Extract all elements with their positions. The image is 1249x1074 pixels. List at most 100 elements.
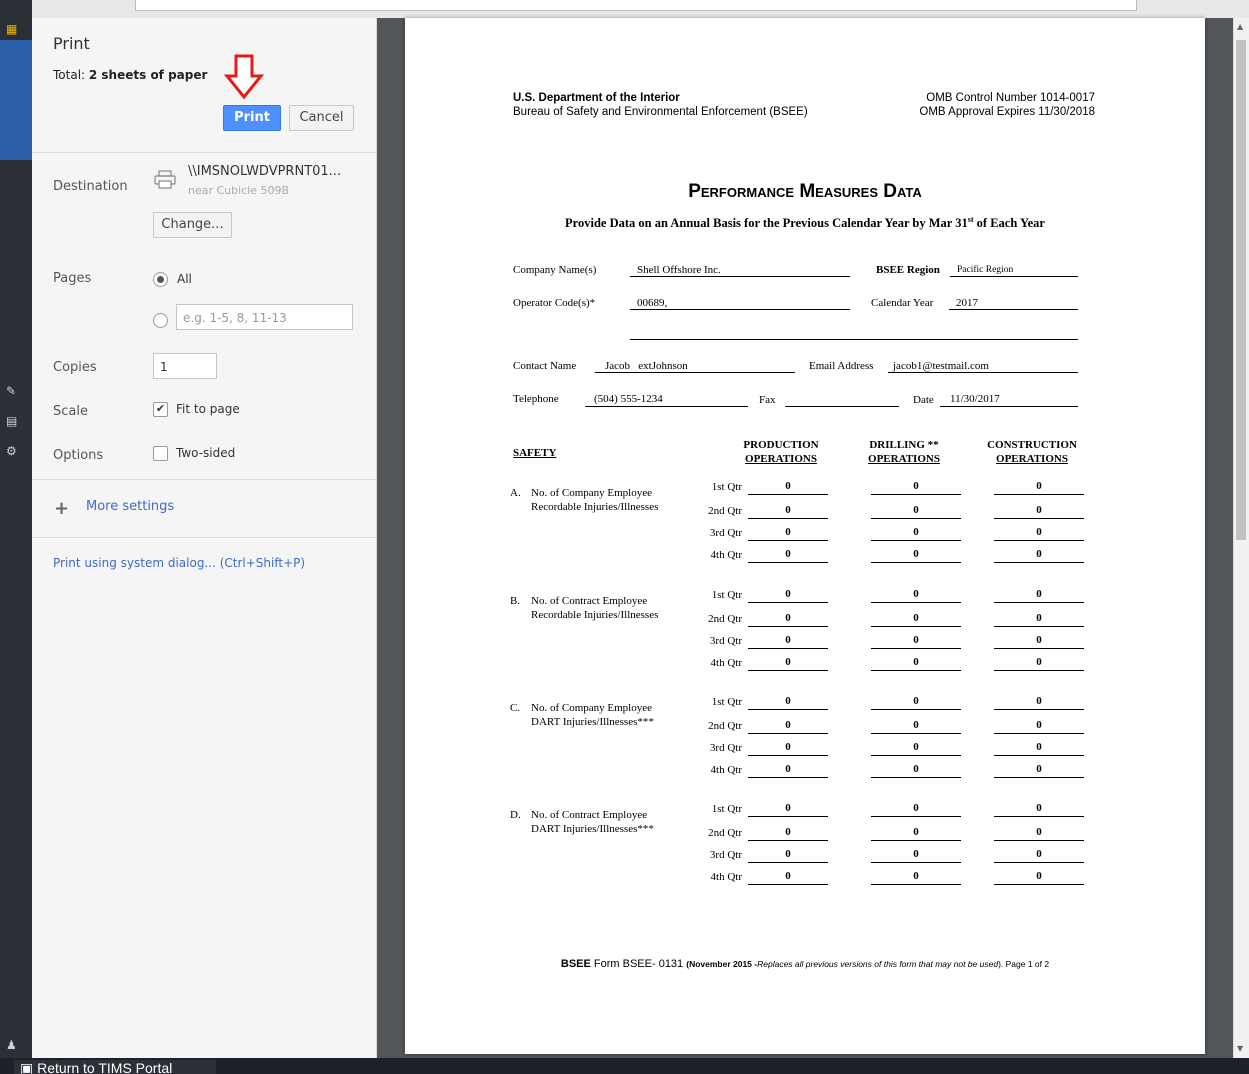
value-cell[interactable]: 0 [748, 826, 828, 838]
contact-value[interactable]: Jacob extJohnson [605, 360, 688, 372]
value-cell[interactable]: 0 [994, 826, 1084, 838]
value-cell[interactable]: 0 [748, 634, 828, 646]
value-underline [994, 816, 1084, 817]
value-cell[interactable]: 0 [871, 719, 961, 731]
drilling-header-line2: OPERATIONS [868, 453, 940, 465]
phone-value[interactable]: (504) 555-1234 [594, 393, 663, 405]
value-cell[interactable]: 0 [994, 634, 1084, 646]
region-value[interactable]: Pacific Region [957, 265, 1013, 275]
pages-all-radio[interactable] [153, 272, 168, 287]
gear-icon[interactable]: ⚙ [6, 444, 17, 458]
value-cell[interactable]: 0 [748, 504, 828, 516]
fit-to-page-checkbox[interactable]: ✔ [153, 402, 168, 417]
value-underline [994, 648, 1084, 649]
print-button[interactable]: Print [223, 105, 281, 131]
value-cell[interactable]: 0 [994, 656, 1084, 668]
more-settings-link[interactable]: More settings [86, 499, 174, 514]
value-underline [994, 733, 1084, 734]
value-cell[interactable]: 0 [748, 802, 828, 814]
scroll-up-icon[interactable]: ▲ [1237, 22, 1243, 31]
pages-range-input[interactable]: e.g. 1-5, 8, 11-13 [176, 304, 353, 330]
value-cell[interactable]: 0 [748, 870, 828, 882]
document-icon[interactable]: ▤ [6, 414, 17, 428]
apps-grid-icon[interactable]: ▦ [6, 22, 17, 36]
value-cell[interactable]: 0 [748, 656, 828, 668]
value-cell[interactable]: 0 [994, 763, 1084, 775]
value-cell[interactable]: 0 [871, 588, 961, 600]
change-destination-button[interactable]: Change... [153, 212, 232, 238]
value-underline [748, 862, 828, 863]
scale-label: Scale [53, 404, 88, 419]
value-underline [994, 518, 1084, 519]
address-bar-edge [135, 0, 1137, 11]
value-cell[interactable]: 0 [871, 548, 961, 560]
value-cell[interactable]: 0 [871, 848, 961, 860]
region-line [950, 276, 1078, 277]
pages-custom-radio[interactable] [153, 313, 168, 328]
quarter-label: 4th Qtr [710, 871, 742, 883]
value-cell[interactable]: 0 [871, 504, 961, 516]
value-cell[interactable]: 0 [748, 588, 828, 600]
plus-icon[interactable]: + [54, 498, 69, 519]
value-cell[interactable]: 0 [748, 612, 828, 624]
return-to-portal-link[interactable]: ▣ Return to TIMS Portal [14, 1060, 216, 1074]
app-sidebar-highlight [0, 40, 32, 160]
value-cell[interactable]: 0 [748, 526, 828, 538]
section-letter: B. [510, 595, 521, 607]
value-cell[interactable]: 0 [748, 695, 828, 707]
value-cell[interactable]: 0 [871, 480, 961, 492]
value-cell[interactable]: 0 [748, 741, 828, 753]
drilling-header-line1: DRILLING ** [869, 439, 939, 451]
down-arrow-icon [223, 54, 265, 104]
copies-input[interactable]: 1 [153, 353, 217, 379]
email-value[interactable]: jacob1@testmail.com [893, 360, 989, 372]
email-line [888, 372, 1078, 373]
company-value[interactable]: Shell Offshore Inc. [637, 264, 721, 276]
region-label: BSEE Region [876, 264, 940, 276]
value-cell[interactable]: 0 [994, 802, 1084, 814]
value-cell[interactable]: 0 [994, 588, 1084, 600]
quarter-label: 3rd Qtr [709, 635, 742, 647]
value-underline [748, 755, 828, 756]
value-underline [994, 494, 1084, 495]
footer-form-number: Form BSEE- 0131 [590, 958, 687, 970]
value-cell[interactable]: 0 [994, 480, 1084, 492]
value-cell[interactable]: 0 [994, 870, 1084, 882]
scroll-down-icon[interactable]: ▼ [1237, 1044, 1243, 1053]
value-underline [871, 602, 961, 603]
value-cell[interactable]: 0 [994, 548, 1084, 560]
value-cell[interactable]: 0 [871, 612, 961, 624]
scrollbar-thumb[interactable] [1236, 40, 1246, 540]
value-cell[interactable]: 0 [871, 656, 961, 668]
value-cell[interactable]: 0 [871, 870, 961, 882]
system-dialog-link[interactable]: Print using system dialog... (Ctrl+Shift… [53, 556, 305, 570]
value-cell[interactable]: 0 [871, 763, 961, 775]
value-cell[interactable]: 0 [994, 719, 1084, 731]
value-cell[interactable]: 0 [871, 802, 961, 814]
date-value[interactable]: 11/30/2017 [950, 393, 1000, 405]
value-cell[interactable]: 0 [748, 480, 828, 492]
value-cell[interactable]: 0 [994, 695, 1084, 707]
value-cell[interactable]: 0 [748, 763, 828, 775]
users-icon[interactable]: ♟ [6, 1038, 17, 1052]
value-cell[interactable]: 0 [871, 826, 961, 838]
edit-icon[interactable]: ✎ [6, 384, 16, 398]
value-cell[interactable]: 0 [871, 634, 961, 646]
value-cell[interactable]: 0 [871, 741, 961, 753]
two-sided-checkbox[interactable] [153, 446, 168, 461]
value-cell[interactable]: 0 [994, 848, 1084, 860]
value-cell[interactable]: 0 [994, 504, 1084, 516]
value-cell[interactable]: 0 [871, 695, 961, 707]
pages-all-label: All [177, 272, 192, 286]
value-cell[interactable]: 0 [994, 526, 1084, 538]
value-cell[interactable]: 0 [748, 548, 828, 560]
cancel-button[interactable]: Cancel [289, 105, 354, 131]
operator-value[interactable]: 00689, [637, 297, 667, 309]
value-cell[interactable]: 0 [871, 526, 961, 538]
value-cell[interactable]: 0 [748, 848, 828, 860]
value-cell[interactable]: 0 [748, 719, 828, 731]
value-underline [871, 626, 961, 627]
value-cell[interactable]: 0 [994, 741, 1084, 753]
year-value[interactable]: 2017 [956, 297, 978, 309]
value-cell[interactable]: 0 [994, 612, 1084, 624]
